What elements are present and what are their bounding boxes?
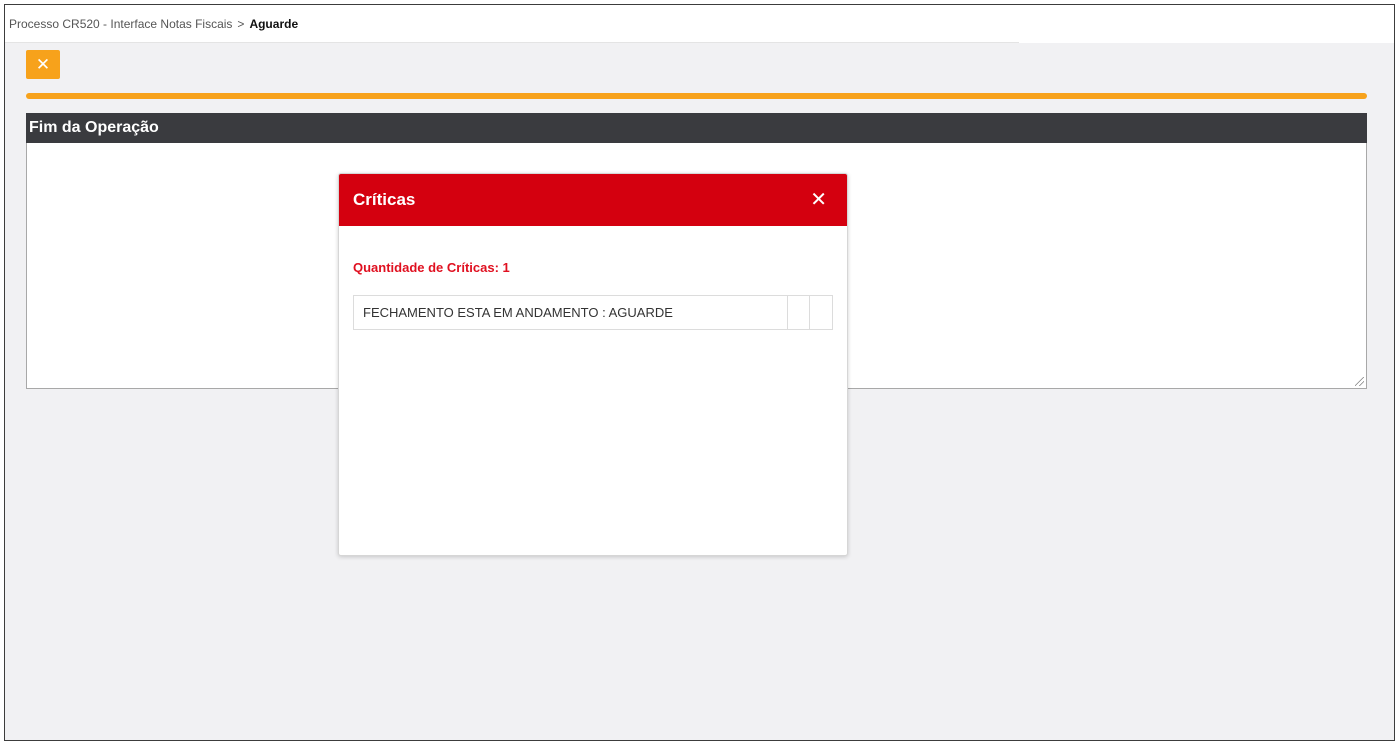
- table-cell-empty: [810, 296, 832, 329]
- breadcrumb-parent[interactable]: Processo CR520 - Interface Notas Fiscais: [9, 17, 232, 31]
- breadcrumb-separator: >: [237, 16, 245, 31]
- header-right-area: [1019, 5, 1394, 43]
- modal-close-icon[interactable]: ✕: [810, 190, 827, 210]
- resize-grip-icon[interactable]: [1355, 377, 1364, 386]
- table-row: FECHAMENTO ESTA EM ANDAMENTO : AGUARDE: [354, 296, 788, 329]
- panel-title: Fim da Operação: [29, 119, 159, 136]
- modal-title: Críticas: [353, 190, 416, 209]
- close-icon: ✕: [35, 54, 51, 74]
- app-frame: Processo CR520 - Interface Notas Fiscais…: [4, 4, 1395, 741]
- modal-header: Críticas ✕: [339, 174, 847, 226]
- breadcrumb-current: Aguarde: [249, 16, 299, 31]
- criticas-table: FECHAMENTO ESTA EM ANDAMENTO : AGUARDE: [353, 295, 833, 330]
- breadcrumb: Processo CR520 - Interface Notas Fiscais…: [5, 5, 1019, 43]
- critica-message: FECHAMENTO ESTA EM ANDAMENTO : AGUARDE: [363, 305, 673, 320]
- table-cell-empty: [788, 296, 810, 329]
- panel-header: Fim da Operação: [26, 113, 1367, 143]
- criticas-modal: Críticas ✕ Quantidade de Críticas: 1 FEC…: [338, 173, 848, 556]
- criticas-count: Quantidade de Críticas: 1: [353, 260, 510, 275]
- progress-divider: [26, 93, 1367, 99]
- close-button[interactable]: ✕: [26, 50, 60, 79]
